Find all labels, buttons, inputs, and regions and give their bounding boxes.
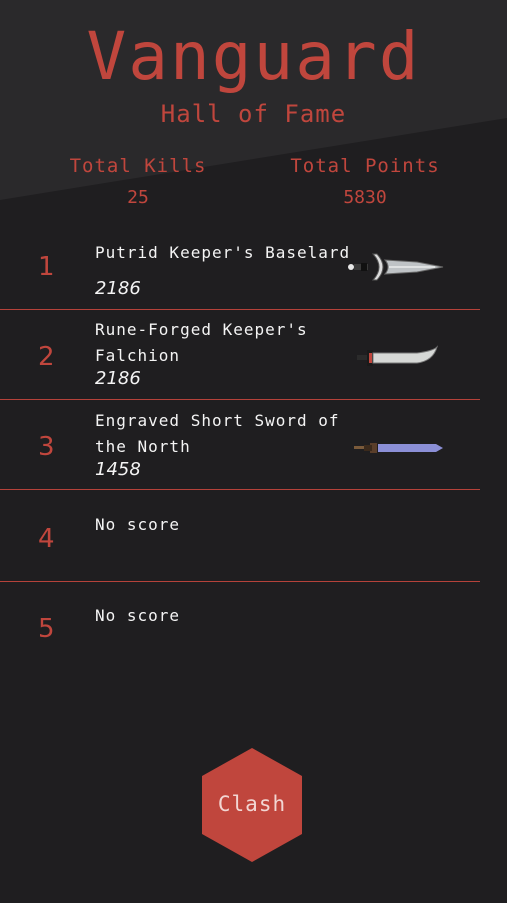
row-divider xyxy=(0,489,480,490)
clash-button-label: Clash xyxy=(217,792,287,816)
leaderboard-row: 4 No score xyxy=(0,492,480,582)
page-subtitle: Hall of Fame xyxy=(160,100,347,128)
rank-number: 1 xyxy=(38,252,55,282)
total-kills-stat: Total Kills 25 xyxy=(38,155,238,208)
weapon-name: No score xyxy=(95,515,181,534)
clash-button[interactable]: Clash xyxy=(202,748,302,862)
total-points-stat: Total Points 5830 xyxy=(265,155,465,208)
leaderboard-row: 1 Putrid Keeper's Baselard 2186 xyxy=(0,220,480,310)
weapon-name: No score xyxy=(95,606,181,625)
score-value: 2186 xyxy=(95,278,141,299)
rank-number: 3 xyxy=(38,432,55,462)
score-value: 2186 xyxy=(95,368,141,389)
rank-number: 2 xyxy=(38,342,55,372)
game-title: Vanguard xyxy=(86,18,421,95)
total-kills-value: 25 xyxy=(127,187,149,208)
rank-number: 4 xyxy=(38,524,55,554)
falchion-icon xyxy=(357,345,439,366)
leaderboard-row: 2 Rune-Forged Keeper's Falchion 2186 xyxy=(0,310,480,400)
weapon-name: Engraved Short Sword of the North xyxy=(95,411,340,456)
rank-number: 5 xyxy=(38,614,55,644)
leaderboard-row: 5 No score xyxy=(0,582,480,672)
score-value: 1458 xyxy=(95,459,141,480)
weapon-name: Putrid Keeper's Baselard xyxy=(95,243,351,262)
total-kills-label: Total Kills xyxy=(69,155,207,177)
total-points-label: Total Points xyxy=(290,155,440,177)
short-sword-icon xyxy=(354,443,443,453)
leaderboard-row: 3 Engraved Short Sword of the North 1458 xyxy=(0,400,480,490)
weapon-name: Rune-Forged Keeper's Falchion xyxy=(95,320,308,365)
dagger-icon xyxy=(348,253,444,281)
total-points-value: 5830 xyxy=(343,187,387,208)
